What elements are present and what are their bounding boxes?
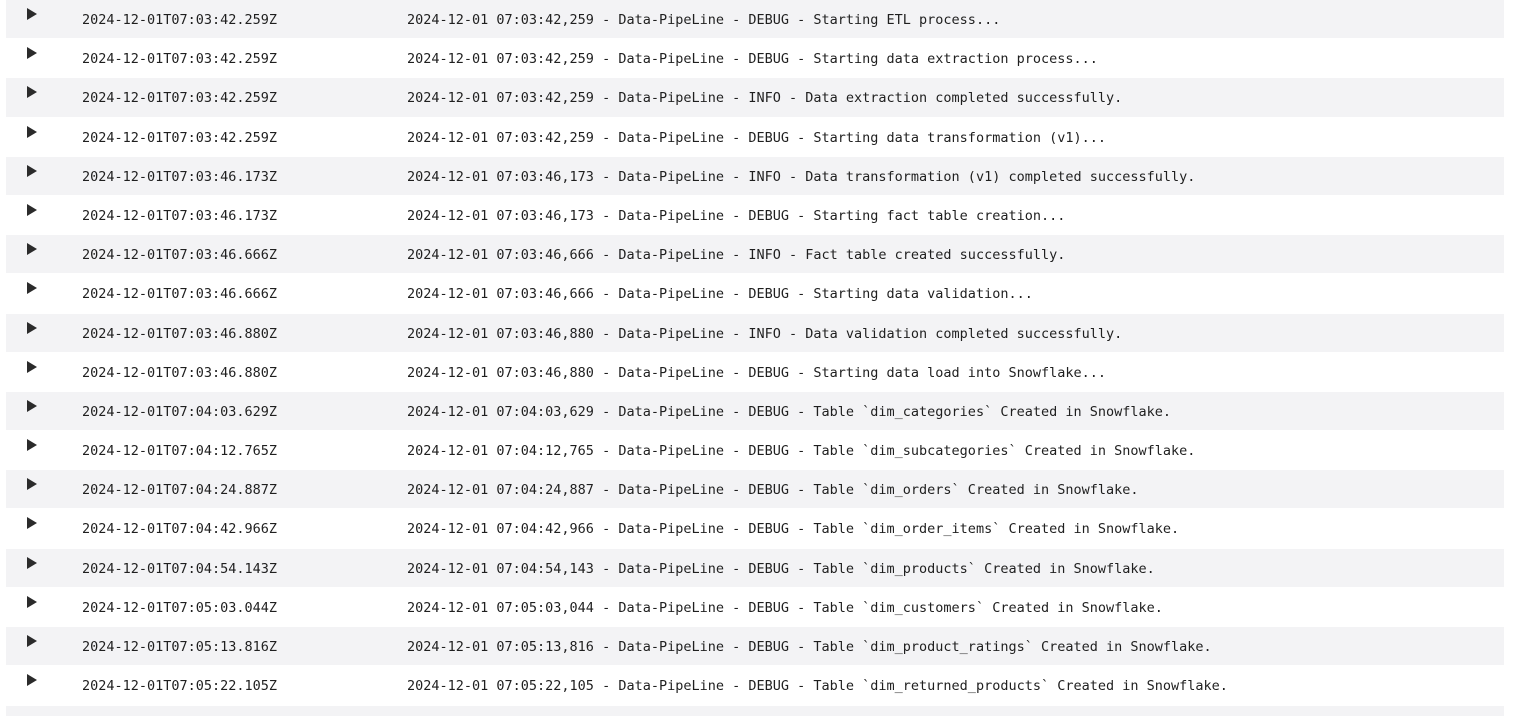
log-message: 2024-12-01 07:03:42,259 - Data-PipeLine … bbox=[407, 90, 1123, 107]
log-timestamp: 2024-12-01T07:05:13.816Z bbox=[82, 639, 278, 655]
log-row[interactable]: 2024-12-01T07:05:13.816Z 2024-12-01 07:05… bbox=[6, 627, 1504, 667]
log-row[interactable]: 2024-12-01T07:03:42.259Z 2024-12-01 07:03… bbox=[6, 78, 1504, 118]
log-timestamp: 2024-12-01T07:03:46.880Z bbox=[82, 325, 278, 342]
expand-caret-icon[interactable] bbox=[26, 203, 38, 217]
log-row[interactable]: 2024-12-01T07:05:22.105Z 2024-12-01 07:05… bbox=[6, 666, 1504, 706]
expand-caret-icon[interactable] bbox=[26, 85, 38, 99]
expand-caret-icon[interactable] bbox=[26, 399, 38, 413]
expand-caret-icon[interactable] bbox=[26, 673, 38, 687]
expand-caret-icon[interactable] bbox=[26, 516, 38, 530]
log-row[interactable]: 2024-12-01T07:03:46.666Z 2024-12-01 07:03… bbox=[6, 274, 1504, 314]
log-message: 2024-12-01 07:03:46,173 - Data-PipeLine … bbox=[407, 207, 1066, 224]
log-row[interactable]: 2024-12-01T07:04:03.629Z 2024-12-01 07:04… bbox=[6, 391, 1504, 432]
log-message: 2024-12-01 07:03:42,259 - Data-PipeLine … bbox=[407, 12, 1001, 28]
log-timestamp: 2024-12-01T07:04:03.629Z bbox=[82, 403, 278, 420]
log-message: 2024-12-01 07:05:22,105 - Data-PipeLine … bbox=[407, 678, 1228, 695]
log-timestamp: 2024-12-01T07:03:46.173Z bbox=[82, 207, 278, 224]
expand-caret-icon[interactable] bbox=[26, 242, 38, 256]
log-timestamp: 2024-12-01T07:03:46.666Z bbox=[82, 286, 278, 303]
log-row[interactable]: 2024-12-01T07:04:12.765Z 2024-12-01 07:04… bbox=[6, 431, 1504, 471]
log-message: 2024-12-01 07:04:12,765 - Data-PipeLine … bbox=[407, 443, 1196, 460]
log-message: 2024-12-01 07:04:03,629 - Data-PipeLine … bbox=[407, 403, 1172, 420]
log-row[interactable]: 2024-12-01T07:04:42.966Z 2024-12-01 07:04… bbox=[6, 509, 1504, 549]
log-message: 2024-12-01 07:04:54,143 - Data-PipeLine … bbox=[407, 560, 1155, 577]
log-message: 2024-12-01 07:05:13,816 - Data-PipeLine … bbox=[407, 639, 1212, 655]
log-timestamp: 2024-12-01T07:03:42.259Z bbox=[82, 51, 278, 68]
log-timestamp: 2024-12-01T07:03:46.666Z bbox=[82, 247, 278, 264]
log-timestamp: 2024-12-01T07:03:46.880Z bbox=[82, 364, 278, 381]
log-timestamp: 2024-12-01T07:05:22.105Z bbox=[82, 678, 278, 695]
log-row[interactable]: 2024-12-01T07:03:42.259Z 2024-12-01 07:03… bbox=[6, 39, 1504, 79]
log-message: 2024-12-01 07:03:42,259 - Data-PipeLine … bbox=[407, 51, 1098, 68]
expand-caret-icon[interactable] bbox=[26, 125, 38, 139]
log-message: 2024-12-01 07:05:03,044 - Data-PipeLine … bbox=[407, 599, 1163, 616]
expand-caret-icon[interactable] bbox=[26, 7, 38, 21]
expand-caret-icon[interactable] bbox=[26, 595, 38, 609]
log-timestamp: 2024-12-01T07:04:42.966Z bbox=[82, 521, 278, 538]
log-message: 2024-12-01 07:03:46,666 - Data-PipeLine … bbox=[407, 286, 1033, 303]
expand-caret-icon[interactable] bbox=[26, 360, 38, 374]
log-row[interactable]: 2024-12-01T07:04:24.887Z 2024-12-01 07:04… bbox=[6, 470, 1504, 510]
log-timestamp: 2024-12-01T07:04:12.765Z bbox=[82, 443, 278, 460]
log-row[interactable]: 2024-12-01T07:05:03.044Z 2024-12-01 07:05… bbox=[6, 588, 1504, 627]
expand-caret-icon[interactable] bbox=[26, 46, 38, 60]
expand-caret-icon[interactable] bbox=[26, 321, 38, 335]
expand-caret-icon[interactable] bbox=[26, 477, 38, 491]
log-message: 2024-12-01 07:03:46,666 - Data-PipeLine … bbox=[407, 247, 1066, 264]
log-timestamp: 2024-12-01T07:05:03.044Z bbox=[82, 599, 278, 616]
log-message: 2024-12-01 07:03:46,880 - Data-PipeLine … bbox=[407, 325, 1123, 342]
log-row[interactable]: 2024-12-01T07:04:54.143Z 2024-12-01 07:04… bbox=[6, 548, 1504, 588]
expand-caret-icon[interactable] bbox=[26, 281, 38, 295]
log-row[interactable]: 2024-12-01T07:03:46.880Z 2024-12-01 07:03… bbox=[6, 313, 1504, 353]
log-message: 2024-12-01 07:03:46,880 - Data-PipeLine … bbox=[407, 364, 1106, 381]
log-timestamp: 2024-12-01T07:03:46.173Z bbox=[82, 168, 278, 185]
log-message: 2024-12-01 07:03:46,173 - Data-PipeLine … bbox=[407, 168, 1196, 185]
log-row[interactable]: 2024-12-01T07:03:46.173Z 2024-12-01 07:03… bbox=[6, 156, 1504, 196]
log-timestamp: 2024-12-01T07:04:24.887Z bbox=[82, 482, 278, 499]
log-row[interactable]: 2024-12-01T07:03:46.666Z 2024-12-01 07:03… bbox=[6, 235, 1504, 275]
log-message: 2024-12-01 07:04:24,887 - Data-PipeLine … bbox=[407, 482, 1139, 499]
log-row[interactable]: 2024-12-01T07:03:42.259Z 2024-12-01 07:03… bbox=[6, 0, 1504, 40]
log-timestamp: 2024-12-01T07:03:42.259Z bbox=[82, 12, 278, 28]
log-timestamp: 2024-12-01T07:03:42.259Z bbox=[82, 90, 278, 107]
log-message: 2024-12-01 07:04:42,966 - Data-PipeLine … bbox=[407, 521, 1180, 538]
log-row[interactable]: 2024-12-01T07:03:46.173Z 2024-12-01 07:03… bbox=[6, 196, 1504, 236]
log-row[interactable]: 2024-12-01T07:03:46.880Z 2024-12-01 07:03… bbox=[6, 353, 1504, 392]
expand-caret-icon[interactable] bbox=[26, 164, 38, 178]
log-timestamp: 2024-12-01T07:04:54.143Z bbox=[82, 560, 278, 577]
log-timestamp: 2024-12-01T07:03:42.259Z bbox=[82, 129, 278, 146]
log-row-partial bbox=[6, 706, 1504, 716]
log-row[interactable]: 2024-12-01T07:03:42.259Z 2024-12-01 07:03… bbox=[6, 118, 1504, 157]
expand-caret-icon[interactable] bbox=[26, 438, 38, 452]
log-message: 2024-12-01 07:03:42,259 - Data-PipeLine … bbox=[407, 129, 1106, 146]
log-table: 2024-12-01T07:03:42.259Z 2024-12-01 07:03… bbox=[6, 0, 1504, 706]
expand-caret-icon[interactable] bbox=[26, 556, 38, 570]
expand-caret-icon[interactable] bbox=[26, 634, 38, 648]
